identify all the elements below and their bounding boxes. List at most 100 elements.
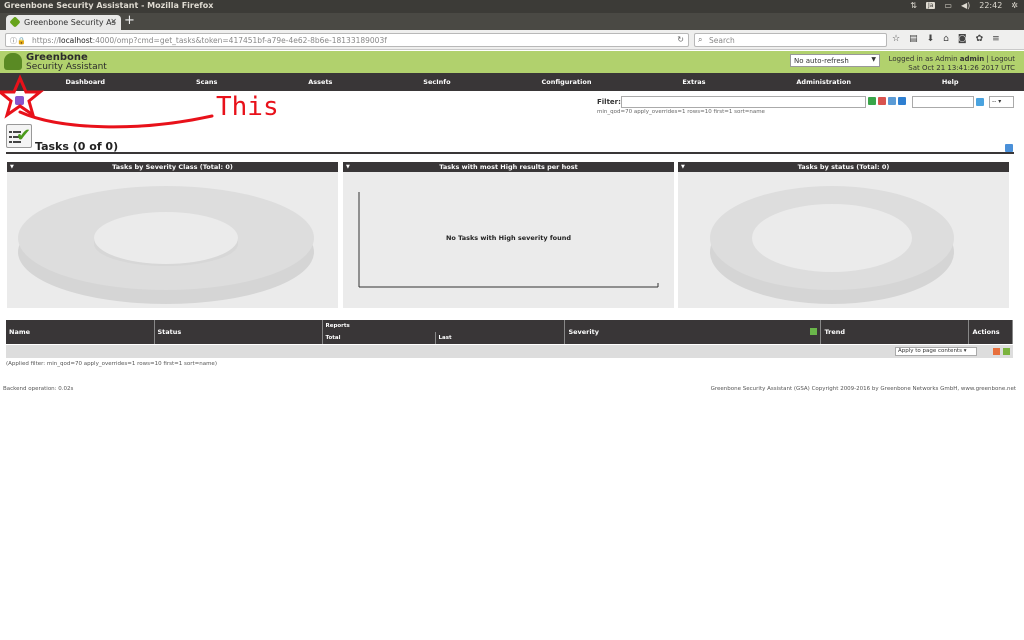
bookmark-star-icon[interactable]: ☆: [892, 34, 900, 44]
downloads-icon[interactable]: ⬇: [927, 34, 935, 44]
col-status[interactable]: Status: [154, 320, 323, 344]
chart-panel-high-results: ▼ Tasks with most High results per host N…: [343, 162, 674, 308]
username-link[interactable]: admin: [960, 55, 984, 63]
greenbone-logo-icon[interactable]: [4, 53, 22, 70]
url-host: localhost: [58, 36, 93, 45]
panel-title: Tasks with most High results per host: [439, 163, 578, 171]
reading-list-icon[interactable]: ▤: [909, 34, 918, 44]
menu-extras[interactable]: Extras: [682, 78, 705, 86]
menu-secinfo[interactable]: SecInfo: [423, 78, 450, 86]
auto-refresh-value: No auto-refresh: [794, 57, 849, 65]
filter-text: min_qod=70 apply_overrides=1 rows=10 fir…: [597, 109, 765, 115]
home-icon[interactable]: ⌂: [943, 34, 949, 44]
panel-menu-icon[interactable]: ▼: [346, 162, 350, 172]
col-severity[interactable]: Severity: [564, 320, 822, 344]
col-severity-label: Severity: [568, 328, 599, 336]
applied-filter-text: (Applied filter: min_qod=70 apply_overri…: [6, 361, 217, 367]
apply-to-select[interactable]: Apply to page contents ▾: [895, 347, 977, 356]
refresh-filter-icon[interactable]: [868, 97, 876, 105]
panel-title: Tasks by status (Total: 0): [797, 163, 890, 171]
annotation-text: This: [216, 92, 279, 122]
url-bar[interactable]: ⓘ🔒 https://localhost:4000/omp?cmd=get_ta…: [5, 33, 689, 47]
search-icon: ⌕: [698, 35, 703, 44]
chart-panel-status: ▼ Tasks by status (Total: 0): [678, 162, 1009, 308]
annotation-arrow-line: [18, 110, 214, 129]
search-placeholder: Search: [709, 36, 735, 45]
url-rest: :4000/omp?cmd=get_tasks&token=417451bf-a…: [92, 36, 387, 45]
toolbar-icons: ☆ ▤ ⬇ ⌂ ◙ ✿ ≡: [892, 34, 1000, 44]
filter-label: Filter:: [597, 98, 621, 106]
page-select-value: --: [992, 98, 997, 105]
tasks-table: Name Status Reports Severity Trend Actio…: [6, 320, 1013, 344]
current-datetime: Sat Oct 21 13:41:26 2017 UTC: [908, 64, 1015, 72]
reload-icon[interactable]: ↻: [677, 35, 684, 44]
annotation-star-icon: [0, 74, 45, 119]
menu-hamburger-icon[interactable]: ≡: [992, 34, 1000, 44]
new-tab-button[interactable]: +: [124, 13, 135, 28]
clock[interactable]: 22:42: [979, 1, 1002, 10]
apply-to-value: Apply to page contents: [898, 348, 962, 354]
copyright-notice: Greenbone Security Assistant (GSA) Copyr…: [710, 386, 1016, 392]
login-prefix: Logged in as Admin: [888, 55, 960, 63]
system-tray: ⇅ Ja ▭ ◀) 22:42 ✲: [910, 1, 1018, 10]
table-footer: Apply to page contents ▾: [6, 345, 1013, 358]
login-info: Logged in as Admin admin | Logout Sat Oc…: [888, 55, 1015, 72]
menu-administration[interactable]: Administration: [796, 78, 851, 86]
backend-operation-time: Backend operation: 0.02s: [3, 386, 74, 392]
volume-icon[interactable]: ◀): [961, 1, 970, 10]
page-select[interactable]: -- ▾: [989, 96, 1014, 108]
panel-menu-icon[interactable]: ▼: [10, 162, 14, 172]
battery-icon[interactable]: ▭: [944, 1, 952, 10]
filter-buttons: [868, 97, 906, 105]
network-icon[interactable]: ⇅: [910, 1, 917, 10]
donut-chart: [18, 186, 314, 304]
os-top-bar: Greenbone Security Assistant - Mozilla F…: [0, 0, 1024, 13]
col-reports-total[interactable]: Total: [322, 332, 436, 344]
col-name[interactable]: Name: [6, 320, 155, 344]
delete-bulk-icon[interactable]: [993, 348, 1000, 355]
col-reports: Reports: [322, 320, 566, 332]
pocket-icon[interactable]: ◙: [958, 34, 967, 44]
new-task-icon[interactable]: [1005, 144, 1013, 152]
chevron-down-icon: ▼: [871, 56, 876, 63]
panel-menu-icon[interactable]: ▼: [681, 162, 685, 172]
logout-link[interactable]: Logout: [991, 55, 1015, 63]
browser-nav-bar: ⓘ🔒 https://localhost:4000/omp?cmd=get_ta…: [0, 30, 1024, 50]
col-actions: Actions: [968, 320, 1013, 344]
checkmark-icon: ✔: [16, 125, 32, 146]
browser-tab-active[interactable]: Greenbone Security As ✕: [6, 15, 121, 30]
saved-filter-select[interactable]: [912, 96, 974, 108]
site-info-lock-icon[interactable]: ⓘ🔒: [10, 36, 26, 46]
search-bar[interactable]: ⌕ Search: [694, 33, 887, 47]
menu-help[interactable]: Help: [942, 78, 959, 86]
menu-configuration[interactable]: Configuration: [541, 78, 591, 86]
panel-header: ▼ Tasks by status (Total: 0): [678, 162, 1009, 172]
severity-sort-icon[interactable]: [810, 328, 818, 335]
tasks-icon: ✔: [6, 124, 32, 148]
url-prefix: https://: [32, 36, 59, 45]
menu-assets[interactable]: Assets: [308, 78, 332, 86]
no-data-message: No Tasks with High severity found: [445, 234, 572, 242]
edit-filter-icon[interactable]: [898, 97, 906, 105]
panel-title: Tasks by Severity Class (Total: 0): [112, 163, 233, 171]
tab-title: Greenbone Security As: [24, 18, 116, 27]
filter-input[interactable]: [621, 96, 866, 108]
keyboard-layout-badge[interactable]: Ja: [925, 2, 936, 9]
greenbone-favicon-icon: [9, 16, 21, 28]
auto-refresh-select[interactable]: No auto-refresh ▼: [790, 54, 880, 67]
col-reports-last[interactable]: Last: [435, 332, 566, 344]
help-filter-icon[interactable]: [888, 97, 896, 105]
window-title: Greenbone Security Assistant - Mozilla F…: [4, 1, 214, 10]
chart-panel-severity: ▼ Tasks by Severity Class (Total: 0): [7, 162, 338, 308]
extension-icon[interactable]: ✿: [976, 34, 984, 44]
donut-chart: [710, 186, 954, 304]
panel-header: ▼ Tasks by Severity Class (Total: 0): [7, 162, 338, 172]
export-bulk-icon[interactable]: [1003, 348, 1010, 355]
close-tab-icon[interactable]: ✕: [110, 17, 117, 26]
title-divider: [6, 152, 1014, 154]
settings-gear-icon[interactable]: ✲: [1011, 1, 1018, 10]
switch-filter-icon[interactable]: [976, 98, 984, 106]
browser-tab-bar: Greenbone Security As ✕ +: [0, 13, 1024, 30]
delete-filter-icon[interactable]: [878, 97, 886, 105]
panel-header: ▼ Tasks with most High results per host: [343, 162, 674, 172]
